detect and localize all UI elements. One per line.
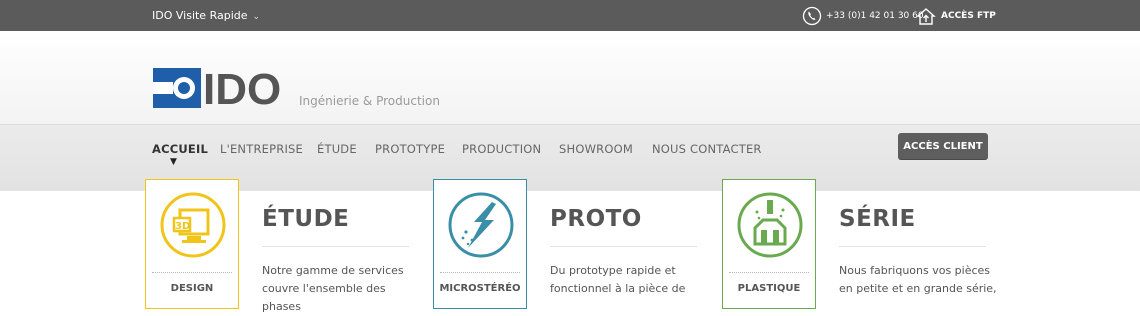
feature-text-line: fonctionnel à la pièce de [550, 282, 686, 295]
chevron-down-icon: ⌄ [252, 12, 261, 22]
top-bar: IDO Visite Rapide ⌄ +33 (0)1 42 01 30 60 … [0, 0, 1140, 31]
ftp-label: ACCÈS FTP [941, 10, 996, 21]
feature-text-line: Nous fabriquons vos pièces [839, 264, 991, 277]
quick-visit-dropdown[interactable]: IDO Visite Rapide ⌄ [152, 9, 260, 22]
nav-item-etude[interactable]: ÉTUDE [317, 142, 357, 156]
3d-monitor-icon: 3D [160, 192, 226, 258]
feature-text-line: en petite et en grande série, [839, 282, 997, 295]
phone-number: +33 (0)1 42 01 30 60 [826, 10, 924, 21]
logo-mark: IDO [153, 65, 281, 114]
feature-title: ÉTUDE [262, 206, 350, 232]
quick-visit-label: IDO Visite Rapide [152, 9, 248, 22]
active-indicator-icon: ▼ [170, 157, 177, 167]
nav-item-production[interactable]: PRODUCTION [462, 142, 541, 156]
feature-divider [262, 246, 409, 247]
card-divider [152, 272, 232, 273]
feature-text-line: couvre l'ensemble des phases [262, 282, 386, 313]
feature-text: Notre gamme de services couvre l'ensembl… [262, 262, 422, 316]
nav-item-prototype[interactable]: PROTOTYPE [375, 142, 445, 156]
svg-text:3D: 3D [175, 221, 190, 232]
feature-text: Du prototype rapide et fonctionnel à la … [550, 262, 710, 298]
feature-text: Nous fabriquons vos pièces en petite et … [839, 262, 999, 298]
site-header: IDO Ingénierie & Production [0, 31, 1140, 124]
feature-badge: DESIGN [170, 283, 214, 294]
feature-card-microstereo[interactable]: MICROSTÉRÉO [433, 179, 527, 309]
feature-divider [550, 246, 697, 247]
feature-text-line: Notre gamme de services [262, 264, 404, 277]
ido-logo[interactable]: IDO [153, 65, 283, 114]
home-upload-icon [916, 7, 936, 25]
feature-title: PROTO [550, 206, 642, 232]
card-divider [729, 272, 809, 273]
feature-text-line: Du prototype rapide et [550, 264, 676, 277]
feature-badge: PLASTIQUE [737, 283, 801, 294]
feature-card-plastique[interactable]: PLASTIQUE [722, 179, 816, 309]
nav-item-showroom[interactable]: SHOWROOM [559, 142, 633, 156]
feature-title: SÉRIE [839, 206, 916, 232]
phone-contact[interactable]: +33 (0)1 42 01 30 60 [802, 5, 924, 26]
nav-item-entreprise[interactable]: L'ENTREPRISE [220, 142, 303, 156]
injection-mold-icon [737, 192, 803, 258]
feature-divider [839, 246, 986, 247]
tagline: Ingénierie & Production [299, 94, 440, 108]
nav-item-accueil[interactable]: ACCUEIL [152, 142, 208, 156]
nav-item-contact[interactable]: NOUS CONTACTER [652, 142, 762, 156]
ftp-access-link[interactable]: ACCÈS FTP [916, 5, 996, 26]
feature-card-design[interactable]: 3D DESIGN [145, 179, 239, 309]
logo-text: IDO [203, 68, 281, 108]
client-access-button[interactable]: ACCÈS CLIENT [898, 133, 988, 159]
card-divider [440, 272, 520, 273]
phone-icon [802, 6, 822, 25]
lightning-icon [448, 192, 514, 258]
feature-badge: MICROSTÉRÉO [439, 283, 521, 294]
